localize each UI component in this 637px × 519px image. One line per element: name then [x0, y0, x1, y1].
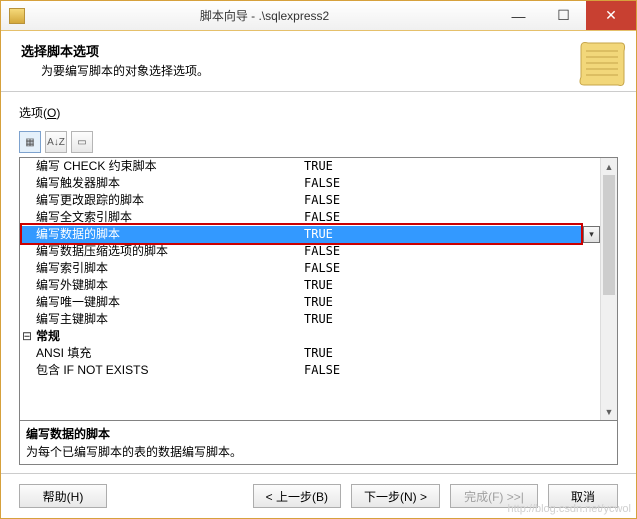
property-row[interactable]: 编写数据压缩选项的脚本FALSE [20, 243, 617, 260]
vertical-scrollbar[interactable]: ▲ ▼ [600, 158, 617, 420]
property-row[interactable]: 编写外键脚本TRUE [20, 277, 617, 294]
expand-icon [20, 226, 34, 243]
property-row[interactable]: 编写触发器脚本FALSE [20, 175, 617, 192]
property-value[interactable]: FALSE [298, 260, 617, 277]
expand-icon [20, 294, 34, 311]
description-panel: 编写数据的脚本 为每个已编写脚本的表的数据编写脚本。 [20, 420, 617, 464]
property-value[interactable]: TRUE [298, 311, 617, 328]
grid-toolbar: ▦ A↓Z ▭ [19, 131, 618, 153]
categorized-button[interactable]: ▦ [19, 131, 41, 153]
property-row[interactable]: 编写更改跟踪的脚本FALSE [20, 192, 617, 209]
property-row[interactable]: 编写唯一键脚本TRUE [20, 294, 617, 311]
wizard-window: 脚本向导 - .\sqlexpress2 — ☐ ✕ 选择脚本选项 为要编写脚本… [0, 0, 637, 519]
property-row[interactable]: 编写主键脚本TRUE [20, 311, 617, 328]
scroll-down-icon[interactable]: ▼ [601, 403, 617, 420]
property-name: 编写全文索引脚本 [34, 209, 298, 226]
property-row[interactable]: 编写索引脚本FALSE [20, 260, 617, 277]
property-name: ANSI 填充 [34, 345, 298, 362]
back-button[interactable]: < 上一步(B) [253, 484, 341, 508]
property-name: 编写外键脚本 [34, 277, 298, 294]
expand-icon [20, 277, 34, 294]
next-button[interactable]: 下一步(N) > [351, 484, 440, 508]
grid-body[interactable]: 编写 CHECK 约束脚本TRUE编写触发器脚本FALSE编写更改跟踪的脚本FA… [20, 158, 617, 420]
description-title: 编写数据的脚本 [26, 425, 611, 442]
property-value[interactable]: FALSE [298, 362, 617, 379]
expand-icon [20, 362, 34, 379]
alphabetical-button[interactable]: A↓Z [45, 131, 67, 153]
expand-icon [20, 345, 34, 362]
options-label: 选项(O) [19, 104, 618, 121]
page-subtitle: 为要编写脚本的对象选择选项。 [41, 62, 616, 79]
expand-icon [20, 209, 34, 226]
category-row[interactable]: ⊟常规 [20, 328, 617, 345]
property-name: 编写数据压缩选项的脚本 [34, 243, 298, 260]
property-value[interactable]: TRUE [298, 345, 617, 362]
scroll-up-icon[interactable]: ▲ [601, 158, 617, 175]
property-name: 常规 [34, 328, 298, 345]
property-value[interactable]: FALSE [298, 192, 617, 209]
scroll-thumb[interactable] [603, 175, 615, 295]
maximize-button[interactable]: ☐ [541, 1, 586, 30]
property-value[interactable]: TRUE [298, 226, 617, 243]
page-title: 选择脚本选项 [21, 41, 616, 60]
close-button[interactable]: ✕ [586, 1, 636, 30]
expand-icon [20, 158, 34, 175]
property-value[interactable]: TRUE [298, 277, 617, 294]
property-row[interactable]: 包含 IF NOT EXISTSFALSE [20, 362, 617, 379]
expand-icon [20, 243, 34, 260]
property-value[interactable]: TRUE [298, 294, 617, 311]
expand-icon [20, 192, 34, 209]
expand-icon [20, 311, 34, 328]
titlebar[interactable]: 脚本向导 - .\sqlexpress2 — ☐ ✕ [1, 1, 636, 31]
value-dropdown-button[interactable]: ▾ [583, 226, 600, 243]
property-name: 编写索引脚本 [34, 260, 298, 277]
property-name: 包含 IF NOT EXISTS [34, 362, 298, 379]
window-buttons: — ☐ ✕ [496, 1, 636, 30]
property-name: 编写主键脚本 [34, 311, 298, 328]
window-title: 脚本向导 - .\sqlexpress2 [33, 7, 496, 24]
property-value[interactable]: FALSE [298, 209, 617, 226]
description-text: 为每个已编写脚本的表的数据编写脚本。 [26, 443, 611, 460]
watermark: http://blog.csdn.net/ycwol [507, 503, 631, 515]
expand-icon [20, 260, 34, 277]
expand-icon[interactable]: ⊟ [20, 328, 34, 345]
property-name: 编写数据的脚本 [34, 226, 298, 243]
scroll-icon [576, 39, 626, 89]
property-value[interactable]: TRUE [298, 158, 617, 175]
property-name: 编写触发器脚本 [34, 175, 298, 192]
property-row[interactable]: 编写 CHECK 约束脚本TRUE [20, 158, 617, 175]
expand-icon [20, 175, 34, 192]
property-value[interactable] [298, 328, 617, 345]
property-value[interactable]: FALSE [298, 175, 617, 192]
app-icon [9, 8, 25, 24]
content-area: 选项(O) ▦ A↓Z ▭ 编写 CHECK 约束脚本TRUE编写触发器脚本FA… [1, 92, 636, 473]
property-name: 编写唯一键脚本 [34, 294, 298, 311]
help-button[interactable]: 帮助(H) [19, 484, 107, 508]
property-row[interactable]: ANSI 填充TRUE [20, 345, 617, 362]
property-grid: 编写 CHECK 约束脚本TRUE编写触发器脚本FALSE编写更改跟踪的脚本FA… [19, 157, 618, 465]
property-row[interactable]: 编写全文索引脚本FALSE [20, 209, 617, 226]
header-panel: 选择脚本选项 为要编写脚本的对象选择选项。 [1, 31, 636, 92]
property-name: 编写更改跟踪的脚本 [34, 192, 298, 209]
property-name: 编写 CHECK 约束脚本 [34, 158, 298, 175]
minimize-button[interactable]: — [496, 1, 541, 30]
property-value[interactable]: FALSE [298, 243, 617, 260]
property-row[interactable]: 编写数据的脚本TRUE [20, 226, 617, 243]
property-pages-button[interactable]: ▭ [71, 131, 93, 153]
